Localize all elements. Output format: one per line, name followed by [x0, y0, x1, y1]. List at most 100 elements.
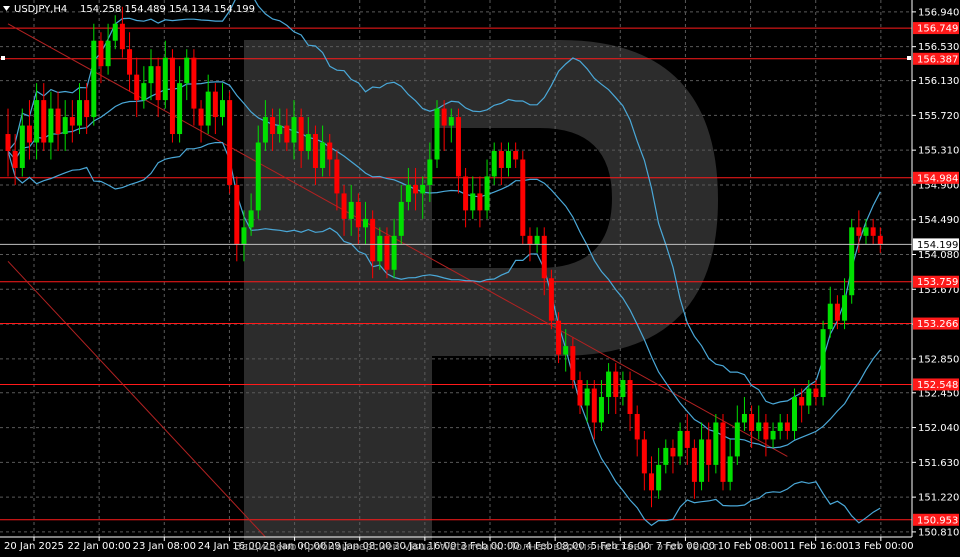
candle-bull [741, 413, 747, 423]
candle-bull [162, 57, 168, 101]
chart-marker-right [907, 56, 911, 60]
candle-bear [334, 159, 340, 194]
price-chart[interactable]: 156.940 156.530 156.130 155.720 155.310 154.9… [0, 0, 960, 557]
candle-bear [627, 380, 633, 414]
candle-bear [749, 413, 755, 431]
candle-bull [19, 125, 25, 168]
candle-bear [649, 473, 654, 491]
candle-bear [119, 23, 125, 50]
candle-bear [227, 100, 233, 185]
candle-bull [842, 295, 848, 321]
candle-bear [12, 151, 18, 168]
candle-bear [84, 100, 90, 118]
candle-bear [341, 193, 347, 219]
candle-bear [413, 184, 419, 194]
level-tag-label: 156.749 [917, 24, 958, 35]
candle-bear [55, 108, 61, 135]
candle-bull [420, 184, 426, 194]
candle-bear [856, 227, 862, 236]
candle-bull [398, 201, 404, 236]
candle-bull [363, 218, 368, 228]
candle-bear [720, 422, 726, 482]
candle-bull [427, 159, 433, 185]
level-tag-label: 153.266 [917, 319, 958, 330]
candle-bull [806, 388, 812, 406]
candle-bear [548, 278, 554, 321]
candle-bear [527, 235, 533, 245]
candle-bear [834, 303, 840, 321]
candle-bear [298, 117, 304, 152]
candle-bear [155, 66, 161, 101]
candle-bull [405, 184, 411, 202]
candle-bear [799, 397, 805, 406]
candle-bear [670, 447, 676, 457]
level-tag-label: 156.387 [917, 54, 958, 65]
candle-bear [784, 422, 790, 431]
candle-bull [656, 464, 662, 491]
candle-bull [262, 117, 268, 143]
candle-bull [863, 227, 869, 236]
candle-bull [777, 422, 783, 431]
candle-bull [305, 134, 311, 152]
candle-bear [312, 134, 318, 168]
candle-bear [613, 371, 619, 398]
y-tick-label: 156.530 [918, 42, 959, 53]
candle-bull [248, 210, 254, 228]
candle-bull [91, 40, 97, 118]
candle-bear [877, 235, 883, 245]
candle-bear [169, 57, 175, 135]
candle-bull [291, 117, 297, 143]
candle-bear [284, 125, 290, 143]
candle-bull [62, 117, 68, 135]
candle-bull [184, 57, 190, 84]
candle-bull [792, 397, 797, 431]
x-tick-label: 10 Feb 08:00 [718, 541, 784, 552]
candle-bear [355, 201, 361, 228]
candle-bear [813, 388, 819, 398]
candle-bear [570, 346, 576, 381]
current-price-label: 154.199 [917, 240, 958, 251]
candle-bull [48, 108, 54, 143]
candle-bull [105, 40, 111, 67]
candle-bull [820, 329, 826, 398]
candle-bear [234, 184, 240, 245]
ohlc-readout: 154.258 154.489 154.134 154.199 [80, 4, 255, 15]
y-tick-label: 150.810 [918, 527, 959, 538]
watermark-text: Защищено пробной версией Visual Watermar… [234, 540, 722, 553]
candle-bull [620, 380, 626, 398]
candle-bull [584, 388, 590, 406]
candle-bear [463, 176, 469, 211]
candle-bull [606, 371, 612, 398]
candle-bull [849, 227, 855, 296]
candle-bear [641, 439, 647, 474]
candle-bear [134, 74, 140, 101]
y-tick-label: 155.720 [918, 111, 959, 122]
candle-bear [498, 151, 504, 168]
candle-bear [513, 151, 519, 160]
level-tag-label: 153.759 [917, 277, 958, 288]
y-tick-label: 151.220 [918, 493, 959, 504]
candle-bear [212, 91, 218, 118]
candle-bear [591, 388, 597, 423]
candle-bull [112, 23, 118, 41]
candle-bull [241, 227, 247, 245]
level-tag-label: 154.984 [917, 173, 958, 184]
candle-bear [556, 320, 562, 355]
candle-bull [391, 235, 397, 270]
candle-bear [198, 108, 204, 126]
y-tick-label: 155.310 [918, 146, 959, 157]
candle-bear [98, 40, 104, 67]
x-tick-label: 13 Feb 00:00 [848, 541, 914, 552]
candle-bull [320, 142, 326, 168]
y-tick-label: 151.630 [918, 458, 959, 469]
chart-header: USDJPY,H4 154.258 154.489 154.134 154.19… [3, 4, 255, 15]
y-tick-label: 152.040 [918, 423, 959, 434]
level-tag-label: 150.953 [917, 515, 958, 526]
candle-bear [127, 49, 133, 75]
candle-bull [734, 422, 740, 457]
x-tick-label: 20 Jan 2025 [4, 541, 64, 552]
symbol-label: USDJPY,H4 [14, 4, 67, 15]
candle-bear [870, 227, 876, 236]
candle-bull [148, 66, 154, 84]
candle-bear [706, 439, 712, 465]
